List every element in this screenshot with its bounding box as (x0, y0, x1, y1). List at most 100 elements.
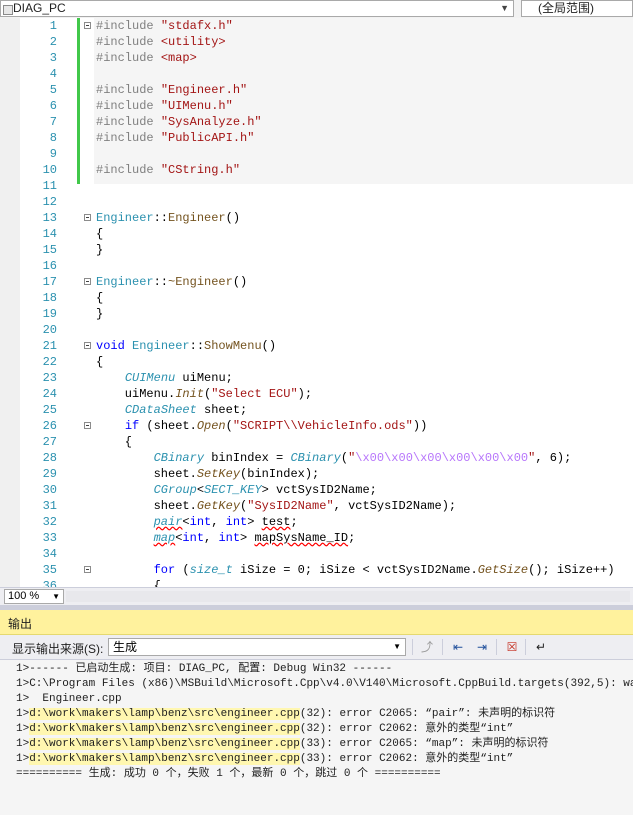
code-token: GetSize (477, 563, 529, 577)
line-number: 21 (42, 339, 57, 353)
output-source-dropdown[interactable]: 生成 ▼ (108, 638, 406, 656)
code-line[interactable]: 10 #include "CString.h" (0, 162, 633, 178)
code-line[interactable]: 25 CDataSheet sheet; (0, 402, 633, 418)
code-token: if (124, 419, 140, 433)
collapse-toggle-icon[interactable] (84, 422, 91, 429)
code-text: { (96, 578, 161, 587)
output-text-area[interactable]: 1>------ 已启动生成: 项目: DIAG_PC, 配置: Debug W… (0, 660, 633, 815)
code-line[interactable]: 15} (0, 242, 633, 258)
chevron-down-icon: ▼ (52, 592, 60, 601)
code-token: (binIndex); (240, 467, 320, 481)
project-dropdown[interactable]: DIAG_PC ▼ (0, 0, 514, 17)
output-line[interactable]: 1> Engineer.cpp (16, 692, 122, 707)
code-token: , vctSysID2Name); (333, 499, 457, 513)
clear-all-icon[interactable]: ☒ (503, 638, 521, 656)
scope-dropdown[interactable]: (全局范围) (521, 0, 633, 17)
code-token: #include (96, 51, 161, 65)
code-line[interactable]: 17 Engineer::~Engineer() (0, 274, 633, 290)
output-file-path[interactable]: d:\work\makers\lamp\benz\src\engineer.cp… (29, 738, 300, 750)
output-line[interactable]: 1>d:\work\makers\lamp\benz\src\engineer.… (16, 752, 513, 767)
code-token: int (225, 515, 248, 529)
code-token: "Engineer.h" (160, 83, 248, 97)
code-text: sheet.SetKey(binIndex); (96, 466, 320, 482)
output-line[interactable]: 1>d:\work\makers\lamp\benz\src\engineer.… (16, 737, 549, 752)
output-line[interactable]: 1>------ 已启动生成: 项目: DIAG_PC, 配置: Debug W… (16, 662, 392, 677)
collapse-toggle-icon[interactable] (84, 342, 91, 349)
code-token: { (96, 227, 104, 241)
code-line[interactable]: 3 #include <map> (0, 50, 633, 66)
code-line[interactable]: 21 void Engineer::ShowMenu() (0, 338, 633, 354)
code-line[interactable]: 5 #include "Engineer.h" (0, 82, 633, 98)
code-text: Engineer::~Engineer() (96, 274, 247, 290)
line-number: 14 (42, 227, 57, 241)
next-message-icon[interactable]: ⇥ (473, 638, 491, 656)
line-number: 31 (42, 499, 57, 513)
output-line[interactable]: 1>d:\work\makers\lamp\benz\src\engineer.… (16, 707, 555, 722)
code-line[interactable]: 9 (0, 146, 633, 162)
output-text: 1> Engineer.cpp (16, 693, 122, 705)
toolbar-separator (525, 639, 526, 655)
code-line[interactable]: 29 sheet.SetKey(binIndex); (0, 466, 633, 482)
code-line[interactable]: 33 map<int, int> mapSysName_ID; (0, 530, 633, 546)
code-line[interactable]: 34 (0, 546, 633, 562)
collapse-toggle-icon[interactable] (84, 214, 91, 221)
code-line[interactable]: 32 pair<int, int> test; (0, 514, 633, 530)
collapse-toggle-icon[interactable] (84, 22, 91, 29)
code-line[interactable]: 2 #include <utility> (0, 34, 633, 50)
output-file-path[interactable]: d:\work\makers\lamp\benz\src\engineer.cp… (29, 753, 300, 765)
code-line[interactable]: 27 { (0, 434, 633, 450)
code-line[interactable]: 6 #include "UIMenu.h" (0, 98, 633, 114)
code-line[interactable]: 24 uiMenu.Init("Select ECU"); (0, 386, 633, 402)
code-token: map (153, 531, 176, 545)
code-line[interactable]: 13 Engineer::Engineer() (0, 210, 633, 226)
code-line[interactable]: 36 { (0, 578, 633, 587)
code-token: :: (153, 275, 169, 289)
output-line[interactable]: 1>C:\Program Files (x86)\MSBuild\Microso… (16, 677, 633, 692)
code-token: ; (290, 515, 298, 529)
code-line[interactable]: 30 CGroup<SECT_KEY> vctSysID2Name; (0, 482, 633, 498)
output-file-path[interactable]: d:\work\makers\lamp\benz\src\engineer.cp… (29, 708, 300, 720)
code-line[interactable]: 20 (0, 322, 633, 338)
go-to-location-icon[interactable]: ⤴ (418, 638, 436, 656)
code-line[interactable]: 22 { (0, 354, 633, 370)
code-text: for (size_t iSize = 0; iSize < vctSysID2… (96, 562, 615, 578)
code-line[interactable]: 26 if (sheet.Open("SCRIPT\\VehicleInfo.o… (0, 418, 633, 434)
code-line[interactable]: 19} (0, 306, 633, 322)
code-line[interactable]: 1 #include "stdafx.h" (0, 18, 633, 34)
line-number: 4 (49, 67, 57, 81)
output-line[interactable]: ========== 生成: 成功 0 个，失败 1 个，最新 0 个，跳过 0… (16, 767, 441, 782)
horizontal-scrollbar[interactable] (66, 591, 630, 602)
code-line[interactable]: 4 (0, 66, 633, 82)
code-text: if (sheet.Open("SCRIPT\\VehicleInfo.ods"… (96, 418, 427, 434)
code-text: { (96, 290, 103, 306)
code-line[interactable]: 7 #include "SysAnalyze.h" (0, 114, 633, 130)
output-text: 1>C:\Program Files (x86)\MSBuild\Microso… (16, 678, 633, 690)
code-line[interactable]: 28 CBinary binIndex = CBinary("\x00\x00\… (0, 450, 633, 466)
code-token: void (96, 339, 125, 353)
code-line[interactable]: 16 (0, 258, 633, 274)
code-line[interactable]: 23 CUIMenu uiMenu; (0, 370, 633, 386)
collapse-toggle-icon[interactable] (84, 566, 91, 573)
code-line[interactable]: 18 { (0, 290, 633, 306)
code-token: <map> (160, 51, 197, 65)
output-file-path[interactable]: d:\work\makers\lamp\benz\src\engineer.cp… (29, 723, 300, 735)
code-line[interactable]: 12 (0, 194, 633, 210)
line-number: 29 (42, 467, 57, 481)
code-line[interactable]: 11 (0, 178, 633, 194)
code-text: Engineer::Engineer() (96, 210, 240, 226)
code-token: Engineer (96, 211, 154, 225)
code-token: (sheet. (139, 419, 197, 433)
output-line[interactable]: 1>d:\work\makers\lamp\benz\src\engineer.… (16, 722, 513, 737)
code-line[interactable]: 35 for (size_t iSize = 0; iSize < vctSys… (0, 562, 633, 578)
code-line[interactable]: 8 #include "PublicAPI.h" (0, 130, 633, 146)
code-text: #include "PublicAPI.h" (96, 130, 254, 146)
code-line[interactable]: 31 sheet.GetKey("SysID2Name", vctSysID2N… (0, 498, 633, 514)
code-line[interactable]: 14 { (0, 226, 633, 242)
zoom-dropdown[interactable]: 100 % ▼ (4, 589, 64, 604)
toggle-word-wrap-icon[interactable]: ↵ (532, 638, 550, 656)
code-editor[interactable]: 1 #include "stdafx.h" 2 #include <utility> 3… (0, 18, 633, 587)
previous-message-icon[interactable]: ⇤ (449, 638, 467, 656)
collapse-toggle-icon[interactable] (84, 278, 91, 285)
